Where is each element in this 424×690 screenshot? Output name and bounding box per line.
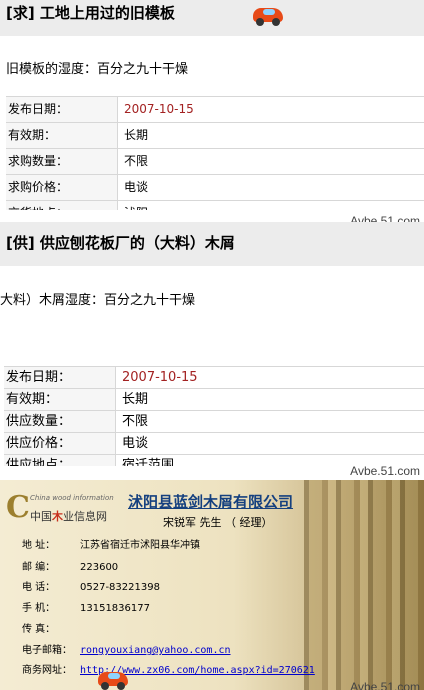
table-row: 求购数量： 不限 <box>6 149 424 175</box>
row-label: 求购数量： <box>6 149 118 174</box>
row-value: 不限 <box>124 154 149 168</box>
contact-mobile: 手 机： 13151836177 <box>22 603 150 614</box>
contact-email: 电子邮箱： rongyouxiang@yahoo.com.cn <box>22 645 231 656</box>
row-label: 供应数量： <box>4 411 116 432</box>
row-label: 有效期： <box>6 123 118 148</box>
logo-letter: C <box>6 490 30 525</box>
email-link[interactable]: rongyouxiang@yahoo.com.cn <box>80 645 231 656</box>
row-value: 长期 <box>122 392 149 407</box>
post-title-bar: [供] 供应刨花板厂的（大料）木屑 <box>0 222 424 266</box>
contact-phone: 电 话： 0527-83221398 <box>22 582 160 593</box>
row-value: 长期 <box>124 128 149 142</box>
post-description: 旧模板的湿度：百分之九十干燥 <box>6 62 189 77</box>
row-label: 供应价格： <box>4 433 116 454</box>
row-value: 电谈 <box>122 436 149 451</box>
table-row: 发布日期： 2007-10-15 <box>6 97 424 123</box>
row-label: 有效期： <box>4 389 116 410</box>
row-label: 求购价格： <box>6 175 118 200</box>
post-title[interactable]: [求] 工地上用过的旧模板 <box>6 2 175 23</box>
watermark: Avbe.51.com <box>350 214 420 222</box>
table-row: 有效期： 长期 <box>4 389 424 411</box>
contact-fax: 传 真： <box>22 624 56 635</box>
post-info-table: 发布日期： 2007-10-15 有效期： 长期 供应数量： 不限 供应价格： 电谈 供… <box>4 366 424 477</box>
row-value: 电谈 <box>124 180 149 194</box>
company-card-panel: C China wood information 中国木业信息网 沭阳县蓝剑木屑… <box>0 480 424 690</box>
forest-background-image <box>304 480 424 690</box>
row-label: 发布日期： <box>4 367 116 388</box>
demand-post-panel: [求] 工地上用过的旧模板 旧模板的湿度：百分之九十干燥 发布日期： 2007-1… <box>0 0 424 222</box>
row-label: 发布日期： <box>6 97 118 122</box>
cartoon-car-icon <box>251 2 287 26</box>
contact-address: 地 址： 江苏省宿迁市沭阳县华冲镇 <box>22 540 200 551</box>
table-row: 供应数量： 不限 <box>4 411 424 433</box>
row-value: 2007-10-15 <box>124 102 194 116</box>
site-logo: C China wood information 中国木业信息网 <box>6 488 118 530</box>
cartoon-car-icon <box>96 666 132 690</box>
post-title[interactable]: [供] 供应刨花板厂的（大料）木屑 <box>6 232 235 253</box>
contact-person: 宋锐军 先生 （ 经理） <box>163 516 273 529</box>
post-title-bar: [求] 工地上用过的旧模板 <box>0 0 424 36</box>
contact-postcode: 邮 编： 223600 <box>22 562 119 573</box>
table-row: 求购价格： 电谈 <box>6 175 424 201</box>
table-row: 发布日期： 2007-10-15 <box>4 367 424 389</box>
table-row: 供应价格： 电谈 <box>4 433 424 455</box>
supply-post-panel: [供] 供应刨花板厂的（大料）木屑 大料）木屑湿度：百分之九十干燥 发布日期： 2… <box>0 222 424 480</box>
watermark: Avbe.51.com <box>350 680 420 690</box>
table-row: 有效期： 长期 <box>6 123 424 149</box>
watermark: Avbe.51.com <box>350 464 420 478</box>
company-name-link[interactable]: 沭阳县蓝剑木屑有限公司 <box>128 491 293 512</box>
post-info-table: 发布日期：2007-10-15 有效期：长期 求购数量：不限 求购价格：电谈 交… <box>6 96 424 222</box>
contact-website: 商务网址： http://www.zx06.com/home.aspx?id=27… <box>22 665 315 676</box>
row-value: 2007-10-15 <box>122 370 198 385</box>
logo-english-text: China wood information <box>30 494 114 502</box>
post-description: 大料）木屑湿度：百分之九十干燥 <box>0 293 196 308</box>
row-value: 不限 <box>122 414 149 429</box>
logo-text: 中国木业信息网 <box>30 510 107 523</box>
